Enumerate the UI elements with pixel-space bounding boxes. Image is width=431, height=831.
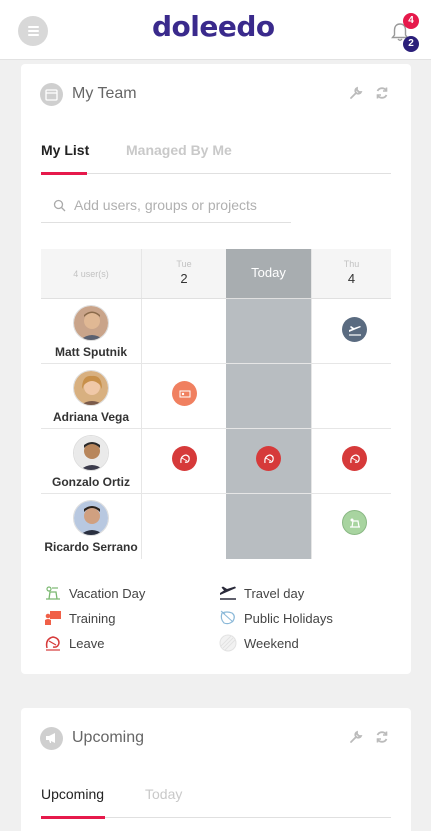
- team-row: Ricardo Serrano: [41, 494, 391, 559]
- grid-header-row: 4 user(s) Tue 2 Today Thu 4: [41, 249, 391, 299]
- legend-label: Vacation Day: [69, 585, 146, 601]
- card-tools: [349, 730, 389, 744]
- day-cell[interactable]: [311, 364, 391, 428]
- upcoming-tabs: Upcoming Today: [41, 786, 391, 819]
- my-team-card: My Team My List Managed By Me 4 user(s) …: [21, 64, 411, 674]
- training-icon: [43, 609, 63, 627]
- legend-label: Training: [69, 610, 116, 626]
- upcoming-card: Upcoming Upcoming Today: [21, 708, 411, 831]
- app-logo[interactable]: doleedo: [152, 10, 275, 43]
- user-name: Adriana Vega: [52, 410, 130, 424]
- team-tabs: My List Managed By Me: [41, 142, 391, 175]
- day-cell[interactable]: [311, 494, 391, 559]
- tab-today[interactable]: Today: [145, 786, 182, 802]
- day-number: 4: [347, 271, 356, 286]
- day-cell[interactable]: [311, 429, 391, 493]
- active-tab-indicator: [41, 816, 105, 819]
- holiday-icon: [218, 609, 238, 627]
- tab-managed-by-me[interactable]: Managed By Me: [126, 142, 232, 158]
- user-cell[interactable]: Gonzalo Ortiz: [41, 429, 141, 493]
- refresh-icon[interactable]: [375, 730, 389, 744]
- notification-badge[interactable]: 4: [403, 13, 419, 29]
- menu-icon-line: [27, 34, 39, 36]
- menu-icon-line: [27, 30, 39, 32]
- avatar: [73, 500, 109, 536]
- wrench-icon[interactable]: [349, 730, 363, 744]
- avatar: [73, 370, 109, 406]
- day-name: Thu: [343, 259, 360, 269]
- avatar: [73, 435, 109, 471]
- card-title: Upcoming: [72, 729, 145, 746]
- legend-item: Leave: [43, 634, 104, 652]
- legend-label: Public Holidays: [244, 610, 333, 626]
- legend-label: Weekend: [244, 635, 299, 651]
- card-header: My Team: [40, 82, 137, 106]
- legend-item: Vacation Day: [43, 584, 145, 602]
- leave-icon[interactable]: [342, 446, 367, 471]
- user-name: Ricardo Serrano: [44, 540, 138, 554]
- vacation-icon: [43, 584, 63, 602]
- user-cell[interactable]: Adriana Vega: [41, 364, 141, 428]
- refresh-icon[interactable]: [375, 86, 389, 100]
- team-row: Gonzalo Ortiz: [41, 429, 391, 494]
- legend-label: Travel day: [244, 585, 305, 601]
- tab-upcoming[interactable]: Upcoming: [41, 786, 104, 802]
- team-calendar-grid: 4 user(s) Tue 2 Today Thu 4 Matt Sputnik: [41, 249, 391, 559]
- plane-icon: [218, 584, 238, 602]
- legend-item: Public Holidays: [218, 609, 333, 627]
- search-input[interactable]: [74, 197, 284, 213]
- day-cell[interactable]: [141, 299, 226, 363]
- legend-label: Leave: [69, 635, 105, 651]
- user-cell[interactable]: Ricardo Serrano: [41, 494, 141, 559]
- card-header: Upcoming: [40, 726, 144, 750]
- wrench-icon[interactable]: [349, 86, 363, 100]
- calendar-icon: [40, 82, 63, 106]
- legend-item: Training: [43, 609, 115, 627]
- day-cell-today[interactable]: [226, 364, 311, 428]
- team-row: Matt Sputnik: [41, 299, 391, 364]
- today-label: Today: [251, 265, 286, 280]
- column-tue[interactable]: Tue 2: [141, 249, 226, 298]
- card-title: My Team: [72, 85, 137, 102]
- legend-item: Travel day: [218, 584, 304, 602]
- team-row: Adriana Vega: [41, 364, 391, 429]
- card-tools: [349, 86, 389, 100]
- avatar: [73, 305, 109, 341]
- user-count: 4 user(s): [73, 269, 109, 279]
- menu-button[interactable]: [18, 16, 48, 46]
- column-thu[interactable]: Thu 4: [311, 249, 391, 298]
- megaphone-icon: [40, 726, 63, 750]
- day-cell-today[interactable]: [226, 299, 311, 363]
- leave-icon: [43, 634, 63, 652]
- leave-icon[interactable]: [172, 446, 197, 471]
- leave-icon[interactable]: [256, 446, 281, 471]
- column-today[interactable]: Today: [226, 249, 311, 298]
- day-cell-today[interactable]: [226, 429, 311, 493]
- legend-item: Weekend: [218, 634, 299, 652]
- day-cell[interactable]: [141, 364, 226, 428]
- day-cell-today[interactable]: [226, 494, 311, 559]
- message-badge[interactable]: 2: [403, 36, 419, 52]
- active-tab-indicator: [41, 172, 87, 175]
- user-name: Matt Sputnik: [55, 345, 127, 359]
- day-cell[interactable]: [141, 494, 226, 559]
- day-cell[interactable]: [141, 429, 226, 493]
- top-bar: doleedo 4 2: [0, 0, 431, 60]
- menu-icon-line: [27, 26, 39, 28]
- day-number: 2: [180, 271, 188, 286]
- tab-my-list[interactable]: My List: [41, 142, 89, 158]
- user-name: Gonzalo Ortiz: [52, 475, 130, 489]
- day-name: Tue: [176, 259, 192, 269]
- day-cell[interactable]: [311, 299, 391, 363]
- user-cell[interactable]: Matt Sputnik: [41, 299, 141, 363]
- search-box: [41, 188, 291, 223]
- search-icon: [53, 199, 66, 211]
- vacation-icon[interactable]: [342, 510, 367, 535]
- training-icon[interactable]: [172, 381, 197, 406]
- plane-icon[interactable]: [342, 317, 367, 342]
- weekend-icon: [218, 634, 238, 652]
